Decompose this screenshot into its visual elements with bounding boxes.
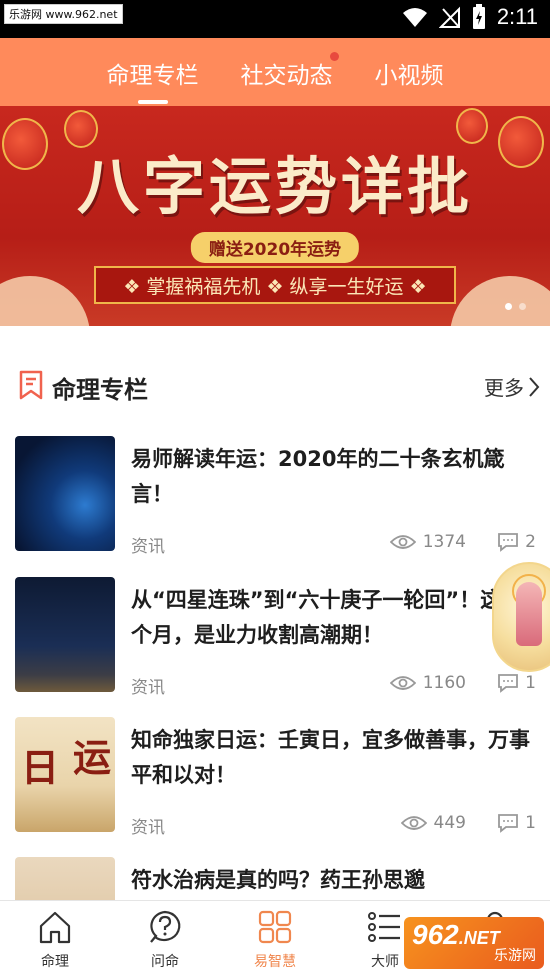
comment-count: 2	[497, 532, 536, 552]
nav-item-mingli[interactable]: 命理	[0, 901, 110, 977]
view-count: 1160	[389, 673, 466, 693]
comment-count: 1	[497, 813, 536, 833]
article-thumbnail: 日 运	[15, 717, 115, 832]
thumbnail-character: 运	[73, 735, 112, 780]
cloud-decoration	[450, 276, 550, 326]
article-item[interactable]: 日 运 知命独家日运：壬寅日，宜多做善事，万事平和以对！ 资讯 449 1	[0, 717, 550, 857]
tab-short-video[interactable]: 小视频	[375, 54, 444, 90]
chevron-right-icon	[529, 376, 540, 397]
eye-icon	[400, 816, 427, 830]
tab-social-feed[interactable]: 社交动态	[240, 52, 339, 90]
pagination-dot	[519, 303, 526, 310]
tab-label: 命理专栏	[106, 63, 199, 89]
status-time: 2:11	[496, 4, 538, 29]
nav-label: 易智慧	[254, 954, 296, 970]
thumbnail-character: 日	[21, 745, 60, 790]
nav-label: 命理	[41, 954, 69, 970]
list-icon	[368, 912, 400, 942]
deity-figure	[516, 582, 542, 646]
more-label: 更多	[484, 376, 524, 400]
more-link[interactable]: 更多	[484, 372, 540, 401]
top-tab-bar: 命理专栏 社交动态 小视频	[0, 38, 550, 106]
banner-title: 八字运势详批	[76, 150, 473, 223]
article-meta: 资讯 1374 2	[131, 532, 536, 557]
article-title: 从“四星连珠”到“六十庚子一轮回”！这两个月，是业力收割高潮期！	[131, 588, 523, 647]
comment-count-value: 2	[525, 532, 536, 552]
nav-label: 问命	[151, 954, 179, 970]
comment-icon	[498, 674, 519, 693]
banner-pill: 赠送2020年运势	[190, 232, 360, 263]
no-signal-icon	[438, 6, 460, 28]
view-count: 449	[400, 813, 466, 833]
watermark-number: 962.NET	[412, 919, 500, 950]
article-thumbnail	[15, 857, 115, 900]
grid-icon	[258, 910, 292, 944]
watermark-label: 乐游网 www.962.net	[4, 4, 123, 24]
tab-label: 小视频	[374, 63, 444, 89]
article-item[interactable]: 从“四星连珠”到“六十庚子一轮回”！这两个月，是业力收割高潮期！ 资讯 1160…	[0, 577, 550, 717]
section-header: 命理专栏 更多	[0, 362, 550, 412]
nav-item-yizhihui[interactable]: 易智慧	[220, 901, 330, 977]
article-meta: 资讯 449 1	[131, 813, 536, 838]
section-divider	[0, 326, 550, 356]
eye-icon	[389, 535, 416, 549]
article-category: 资讯	[131, 678, 165, 698]
nav-item-wenming[interactable]: 问命	[110, 901, 220, 977]
article-category: 资讯	[131, 818, 165, 838]
bookmark-icon	[19, 370, 43, 400]
battery-charging-icon	[472, 4, 485, 29]
article-title: 易师解读年运：2020年的二十条玄机箴言！	[131, 447, 505, 506]
cloud-decoration	[0, 276, 90, 326]
comment-count-value: 1	[525, 813, 536, 833]
question-icon	[150, 910, 181, 943]
view-count-value: 449	[433, 813, 466, 833]
floating-avatar-button[interactable]	[492, 562, 550, 672]
view-count: 1374	[389, 532, 466, 552]
comment-count: 1	[497, 673, 536, 693]
article-item[interactable]: 易师解读年运：2020年的二十条玄机箴言！ 资讯 1374 2	[0, 436, 550, 576]
article-category: 资讯	[131, 537, 165, 557]
status-icons: 2:11	[401, 4, 538, 30]
article-title: 知命独家日运：壬寅日，宜多做善事，万事平和以对！	[131, 728, 530, 787]
house-icon	[39, 911, 71, 944]
view-count-value: 1374	[422, 532, 466, 552]
comment-icon	[498, 533, 519, 552]
notification-dot	[329, 52, 339, 61]
watermark-logo: 962.NET 乐游网	[404, 917, 544, 969]
pagination-dot	[505, 303, 512, 310]
article-title: 符水治病是真的吗？药王孙思邈	[131, 868, 425, 892]
banner-subtitle: ❖ 掌握祸福先机 ❖ 纵享一生好运 ❖	[94, 266, 456, 304]
article-thumbnail	[15, 436, 115, 551]
tab-mingli-column[interactable]: 命理专栏	[107, 54, 199, 90]
banner-pagination	[505, 303, 526, 310]
status-bar: 乐游网 www.962.net 2:11	[0, 0, 550, 38]
article-meta: 资讯 1160 1	[131, 673, 536, 698]
wifi-icon	[402, 8, 427, 27]
section-title: 命理专栏	[52, 376, 148, 404]
comment-icon	[498, 814, 519, 833]
view-count-value: 1160	[422, 673, 466, 693]
article-item[interactable]: 符水治病是真的吗？药王孙思邈	[0, 857, 550, 900]
eye-icon	[389, 676, 416, 690]
article-thumbnail	[15, 577, 115, 692]
watermark-subtitle: 乐游网	[494, 948, 536, 964]
promo-banner[interactable]: 八字运势详批 赠送2020年运势 ❖ 掌握祸福先机 ❖ 纵享一生好运 ❖	[0, 106, 550, 326]
tab-label: 社交动态	[240, 63, 333, 89]
comment-count-value: 1	[525, 673, 536, 693]
